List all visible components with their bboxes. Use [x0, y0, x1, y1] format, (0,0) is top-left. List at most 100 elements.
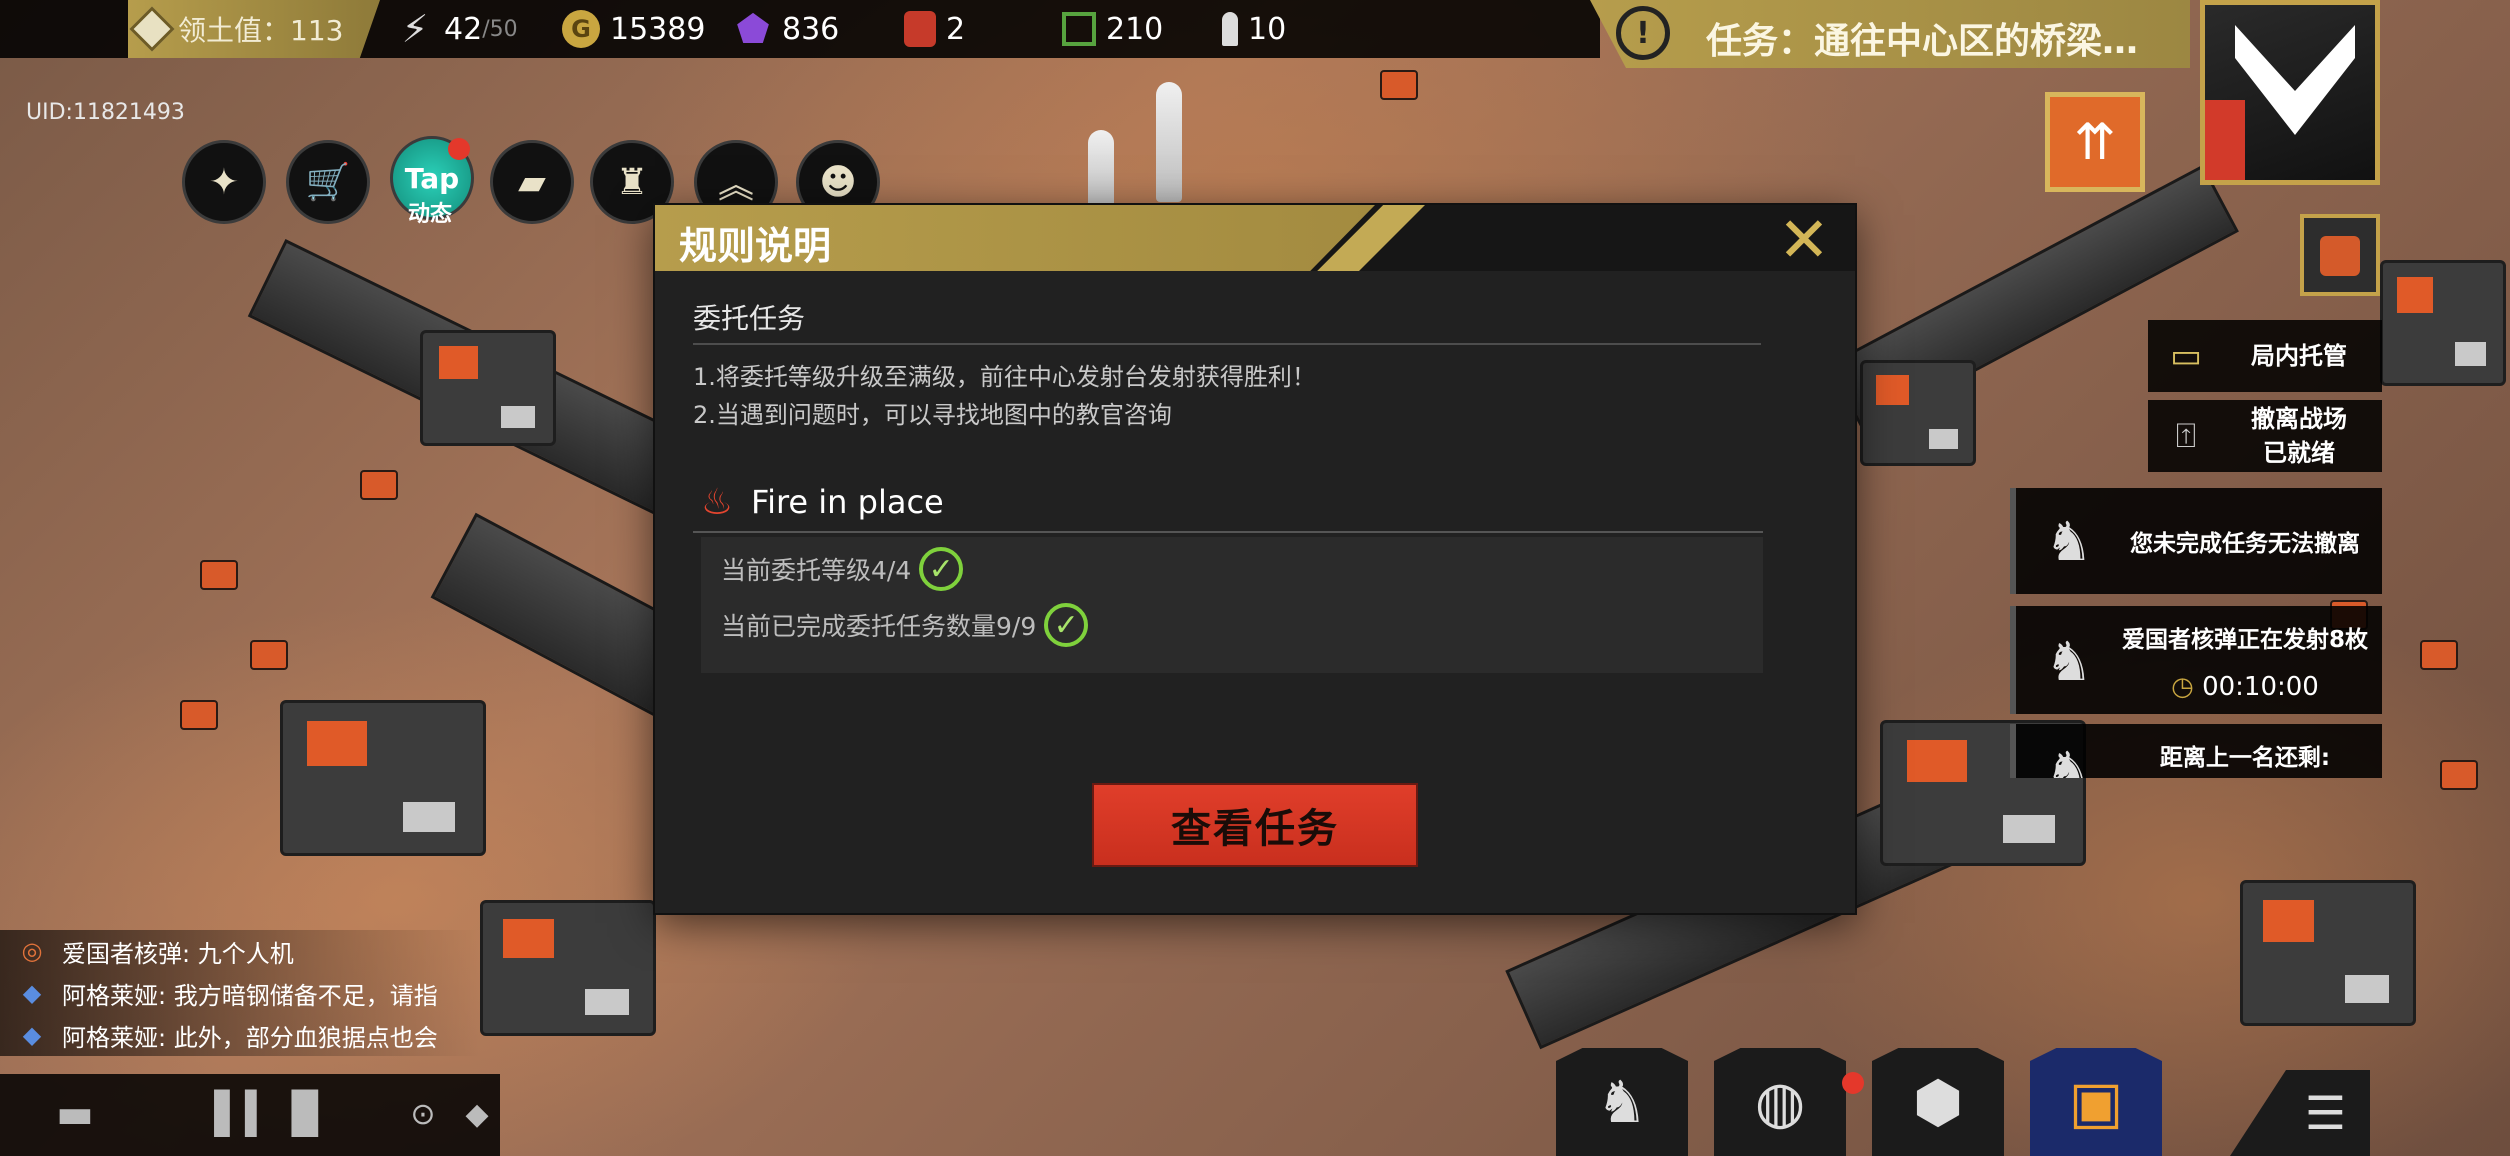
conditions-box: 当前委托等级4/4 ✓ 当前已完成委托任务数量9/9 ✓	[701, 537, 1763, 673]
chip-resource[interactable]: 210	[1062, 0, 1163, 58]
condition-text: 当前已完成委托任务数量9/9	[721, 612, 1037, 641]
mission-label: 任务：通往中心区的桥梁…	[1706, 21, 2139, 62]
robot-unit	[1380, 70, 1418, 100]
crystal-icon: ⬟	[736, 7, 770, 51]
chat-feed[interactable]: ◎ 爱国者核弹: 九个人机 ◆ 阿格莱娅: 我方暗钢储备不足，请指 ◆ 阿格莱娅…	[0, 930, 480, 1056]
rule-line: 2.当遇到问题时，可以寻找地图中的教官咨询	[693, 401, 1172, 429]
task-card[interactable]: ♞ 距离上一名还剩:	[2010, 724, 2382, 778]
wolf-icon: ◆	[22, 979, 42, 1007]
rule-line: 1.将委托等级升级至满级，前往中心发射台发射获得胜利！	[693, 363, 1316, 391]
crystal-value: 836	[782, 11, 840, 47]
fire-heading: ♨ Fire in place	[697, 480, 944, 524]
chat-text: 阿格莱娅: 此外，部分血狼据点也会	[62, 1023, 438, 1052]
condition-row: 当前已完成委托任务数量9/9 ✓	[721, 603, 1089, 647]
close-button[interactable]: ✕	[1769, 203, 1839, 276]
tower-icon: ♜	[615, 161, 649, 203]
task-card[interactable]: ♞ 爱国者核弹正在发射8枚 ◷ 00:10:00	[2010, 606, 2382, 714]
rocket	[1088, 130, 1114, 210]
treasure-crate-icon: ▣	[2068, 1068, 2124, 1136]
cards-icon: ▰	[518, 161, 546, 203]
view-task-button[interactable]: 查看任务	[1092, 783, 1418, 867]
tap-icon: Tap	[404, 161, 460, 195]
bottom-left-bar: ▬ ▌▍▐▍ ⊙ ◆	[0, 1074, 500, 1156]
chip-value: 210	[1106, 11, 1164, 47]
check-icon: ✓	[919, 547, 964, 591]
eagle-emblem-icon: ♞	[1596, 1068, 1648, 1136]
gold-value: 15389	[610, 11, 706, 47]
close-icon: ✕	[1778, 202, 1830, 276]
diamond-icon	[129, 6, 175, 52]
fire-title: Fire in place	[751, 483, 944, 521]
ammo-resource[interactable]: 10	[1222, 0, 1286, 58]
wolf-icon: ◆	[465, 1096, 489, 1132]
robot-unit	[2420, 640, 2458, 670]
voice-button[interactable]: ▌▍▐▍	[214, 1084, 337, 1144]
fire-icon: ♨	[700, 481, 734, 523]
cart-icon: 🛒	[305, 162, 351, 203]
building[interactable]	[420, 330, 556, 446]
auto-hosting-button[interactable]: ▭ 局内托管	[2148, 320, 2382, 392]
building[interactable]	[2380, 260, 2506, 386]
robot-unit	[180, 700, 218, 730]
auto-hosting-label: 局内托管	[2251, 342, 2347, 370]
task-card-text: 距离上一名还剩:	[2159, 745, 2331, 771]
building[interactable]	[280, 700, 486, 856]
evacuate-line1: 撤离战场	[2251, 405, 2347, 433]
team-button[interactable]: ◆	[452, 1084, 502, 1144]
energy-value: 42	[444, 11, 483, 47]
audio-wave-icon: ▌▍▐▍	[214, 1091, 338, 1137]
tap-label: 动态	[407, 202, 452, 227]
person-icon: ☻	[819, 161, 857, 203]
task-card-text: 爱国者核弹正在发射8枚	[2121, 627, 2368, 653]
energy-max: /50	[482, 16, 518, 42]
gold-resource[interactable]: G 15389	[562, 0, 705, 58]
evacuate-line2: 已就绪	[2263, 439, 2335, 467]
shop-button[interactable]: 🛒	[286, 140, 370, 224]
gold-coin-icon: G	[562, 10, 600, 48]
chevron-up-icon: ︽	[717, 165, 754, 206]
evacuate-button[interactable]: ⍐ 撤离战场 已就绪	[2148, 400, 2382, 472]
rank-badge[interactable]: ⇈	[2045, 92, 2145, 192]
portrait-accent	[2205, 100, 2245, 180]
ammo-value: 10	[1248, 11, 1287, 47]
countdown-timer: ◷ 00:10:00	[2116, 672, 2374, 702]
compass-button[interactable]: ✦	[182, 140, 266, 224]
player-portrait[interactable]	[2200, 0, 2380, 185]
hexagon-icon: ⬢	[1912, 1068, 1964, 1136]
globe-button[interactable]: ◍	[1714, 1048, 1846, 1156]
territory-badge[interactable]: 领土值：113	[128, 0, 380, 58]
chat-line: ◆ 阿格莱娅: 此外，部分血狼据点也会	[0, 1014, 480, 1056]
squad-button[interactable]: ♞	[1556, 1048, 1688, 1156]
locate-button[interactable]: ⊙	[398, 1084, 448, 1144]
dialog-title: 规则说明	[679, 224, 832, 268]
fuel-resource[interactable]: 2	[904, 0, 965, 58]
crystal-resource[interactable]: ⬟ 836	[734, 0, 839, 58]
section-title: 委托任务	[693, 302, 806, 335]
rocket-emblem-icon: ⇈	[2074, 113, 2116, 171]
crate-button[interactable]: ▣	[2030, 1048, 2162, 1156]
teammate-avatar[interactable]	[2300, 214, 2380, 296]
building[interactable]	[1860, 360, 1976, 466]
badge-button[interactable]: ⬢	[1872, 1048, 2004, 1156]
chat-button[interactable]: ▬	[40, 1084, 110, 1144]
task-card[interactable]: ♞ 您未完成任务无法撤离	[2010, 488, 2382, 594]
chat-line: ◎ 爱国者核弹: 九个人机	[0, 930, 480, 972]
building[interactable]	[2240, 880, 2416, 1026]
condition-text: 当前委托等级4/4	[721, 556, 912, 585]
robot-unit	[2440, 760, 2478, 790]
eagle-emblem-icon: ♞	[2044, 629, 2094, 693]
mission-banner[interactable]: ! 任务：通往中心区的桥梁…	[1590, 0, 2190, 68]
target-icon: ◎	[21, 937, 43, 965]
rocket	[1156, 82, 1182, 202]
robot-unit	[360, 470, 398, 500]
building[interactable]	[480, 900, 656, 1036]
crosshair-icon: ⊙	[410, 1096, 436, 1132]
lightning-icon: ⚡	[401, 7, 429, 51]
divider	[693, 343, 1761, 345]
check-icon: ✓	[1044, 603, 1089, 647]
cards-button[interactable]: ▰	[490, 140, 574, 224]
wolf-icon: ◆	[22, 1021, 42, 1049]
energy-resource[interactable]: ⚡ 42/50	[396, 0, 518, 58]
rules-dialog: 规则说明 ✕ 委托任务 1.将委托等级升级至满级，前往中心发射台发射获得胜利！ …	[655, 203, 1855, 913]
timer-value: 00:10:00	[2202, 672, 2319, 702]
